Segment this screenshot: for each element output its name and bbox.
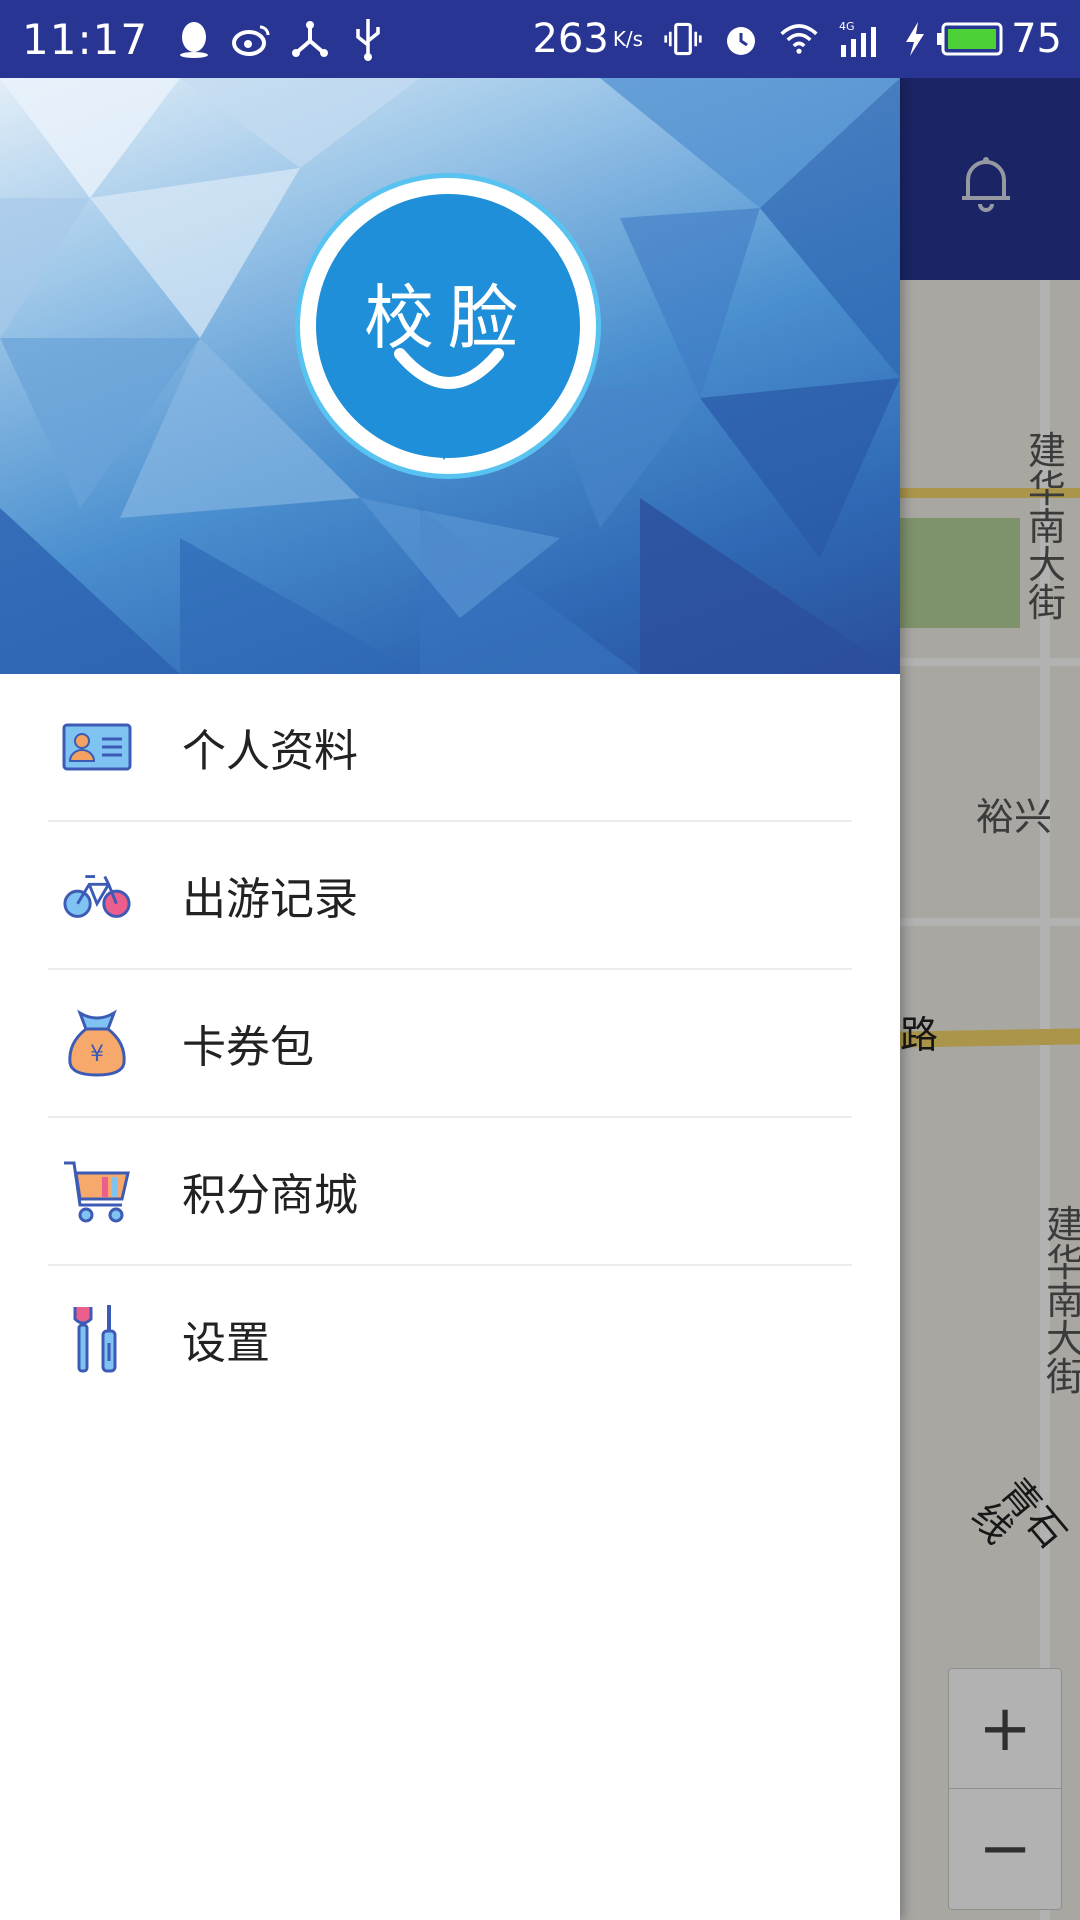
app-logo: 校脸 [316,194,580,460]
vibrate-icon [663,19,703,59]
shopping-cart-icon [62,1156,132,1226]
menu-item-points-mall[interactable]: 积分商城 [48,1118,852,1266]
usb-debug-icon [290,19,330,59]
avatar[interactable]: 校脸 [300,178,596,474]
charging-icon [903,19,927,59]
drawer-header: 校脸 [0,78,900,674]
usb-icon [348,19,388,61]
menu-item-label: 卡券包 [182,1022,314,1073]
speech-bubble-tail [424,428,464,460]
menu-item-coupons[interactable]: ¥ 卡券包 [48,970,852,1118]
drawer-menu: 个人资料 出游记录 ¥ 卡券包 积分商城 设置 [0,674,900,1412]
wifi-icon [779,19,819,59]
menu-item-label: 个人资料 [182,726,358,777]
money-bag-icon: ¥ [62,1008,132,1078]
battery-icon [937,19,1003,59]
menu-item-settings[interactable]: 设置 [48,1266,852,1412]
menu-item-label: 出游记录 [182,874,358,925]
alarm-icon [721,19,761,59]
menu-item-label: 积分商城 [182,1170,358,1221]
status-time: 11:17 [22,14,149,64]
navigation-drawer: 校脸 个人资料 出游记录 ¥ 卡券包 积分商城 设置 [0,78,900,1920]
svg-text:¥: ¥ [90,1042,104,1067]
id-card-icon [62,712,132,782]
menu-item-label: 设置 [182,1318,270,1369]
net-speed-unit: K/s [612,27,644,51]
qq-icon [174,19,214,59]
svg-text:4G: 4G [839,20,855,33]
signal-icon: 4G [837,19,885,59]
status-bar: 11:17 263 K/s 4G 75 [0,0,1080,78]
bicycle-icon [62,860,132,930]
menu-item-trip-history[interactable]: 出游记录 [48,822,852,970]
tools-icon [62,1304,132,1374]
menu-item-profile[interactable]: 个人资料 [48,674,852,822]
net-speed: 263 [532,16,609,62]
weibo-icon [232,19,272,59]
battery-percent: 75 [1011,16,1062,62]
smile-icon [394,348,504,389]
